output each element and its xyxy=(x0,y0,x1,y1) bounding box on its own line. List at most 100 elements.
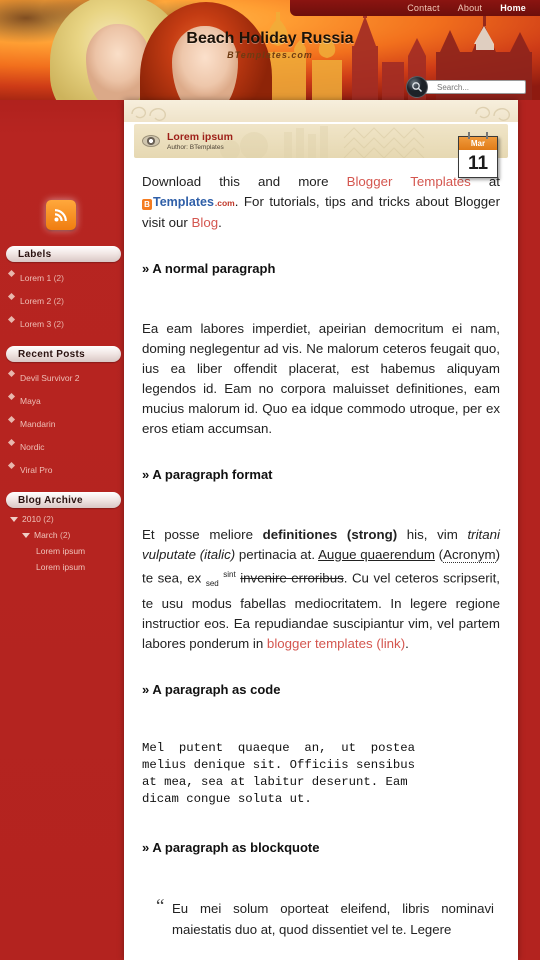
post-header-text: Lorem ipsum Author: BTemplates xyxy=(167,131,233,151)
sidebar-item-mandarin[interactable]: Mandarin xyxy=(20,419,55,429)
fmt-text-1: Et posse meliore xyxy=(142,527,263,542)
widget-labels-title: Labels xyxy=(6,246,121,262)
archive-post-row: Lorem ipsum xyxy=(6,562,118,572)
list-item: Mandarin xyxy=(6,414,118,432)
link-blog[interactable]: Blog xyxy=(192,215,219,230)
archive-year-row[interactable]: 2010 (2) xyxy=(6,514,118,524)
diamond-bullet-icon xyxy=(7,269,16,278)
search-input[interactable] xyxy=(422,80,526,94)
post-date-day: 11 xyxy=(467,153,489,174)
sidebar-item-lorem-3[interactable]: Lorem 3 (2) xyxy=(20,319,64,329)
fmt-strikethrough: invenire erroribus xyxy=(240,570,344,586)
sidebar-item-nordic[interactable]: Nordic xyxy=(20,442,45,452)
post-header-bar: Lorem ipsum Author: BTemplates Mar 11 xyxy=(134,124,508,178)
nav-item-contact[interactable]: Contact xyxy=(407,3,439,13)
diamond-bullet-icon xyxy=(7,438,16,447)
btemplates-logo-tld: .com xyxy=(214,198,235,208)
list-item: Lorem 3 (2) xyxy=(6,314,118,332)
fmt-strong: definitiones (strong) xyxy=(262,527,398,542)
heading-normal-paragraph: » A normal paragraph xyxy=(142,261,276,276)
link-blogger-templates-link[interactable]: blogger templates (link) xyxy=(267,636,405,651)
fmt-text-4: ( xyxy=(434,547,444,562)
search-box xyxy=(396,76,526,98)
paragraph-format: Et posse meliore definitiones (strong) h… xyxy=(142,525,500,654)
btemplates-logo-name: Templates xyxy=(153,195,214,209)
widget-labels: Labels Lorem 1 (2) Lorem 2 (2) Lorem 3 (… xyxy=(6,246,121,332)
archive-post-link-2[interactable]: Lorem ipsum xyxy=(36,562,85,572)
post-intro-paragraph: Download this and more Blogger Templates… xyxy=(142,172,500,233)
post-author: Author: BTemplates xyxy=(167,144,224,151)
widget-recent-posts: Recent Posts Devil Survivor 2 Maya Manda… xyxy=(6,346,121,478)
post-body: Download this and more Blogger Templates… xyxy=(124,158,518,940)
fmt-underline: Augue quaerendum xyxy=(318,547,435,562)
heading-paragraph-code: » A paragraph as code xyxy=(142,682,281,698)
sidebar: Labels Lorem 1 (2) Lorem 2 (2) Lorem 3 (… xyxy=(0,246,124,586)
diamond-bullet-icon xyxy=(7,461,16,470)
sidebar-item-lorem-1[interactable]: Lorem 1 (2) xyxy=(20,273,64,283)
diamond-bullet-icon xyxy=(7,415,16,424)
btemplates-logo-mark: B xyxy=(142,199,152,210)
sidebar-item-viral-pro[interactable]: Viral Pro xyxy=(20,465,52,475)
diamond-bullet-icon xyxy=(7,369,16,378)
diamond-bullet-icon xyxy=(7,392,16,401)
post-eye-icon xyxy=(142,135,160,147)
page-root: Contact About Home Beach Holiday Russia … xyxy=(0,0,540,960)
widget-blog-archive: Blog Archive 2010 (2) March (2) Lorem ip… xyxy=(6,492,121,572)
list-item: Nordic xyxy=(6,437,118,455)
chevron-down-icon xyxy=(22,532,30,538)
archive-post-link-1[interactable]: Lorem ipsum xyxy=(36,546,85,556)
content-top-ornament xyxy=(124,100,518,122)
rss-icon[interactable] xyxy=(46,200,76,230)
archive-post-row: Lorem ipsum xyxy=(6,546,118,556)
calendar-ring-right-icon xyxy=(486,132,488,139)
post-title[interactable]: Lorem ipsum xyxy=(167,131,233,143)
post-date-badge: Mar 11 xyxy=(458,132,498,178)
intro-text-a: Download this and more xyxy=(142,174,347,189)
fmt-text-9: . xyxy=(405,636,409,652)
intro-text-d: . xyxy=(218,215,222,230)
fmt-subscript: sed xyxy=(205,579,219,589)
archive-month-link[interactable]: March (2) xyxy=(34,530,70,540)
sidebar-item-maya[interactable]: Maya xyxy=(20,396,41,406)
widget-recent-posts-title: Recent Posts xyxy=(6,346,121,362)
sidebar-item-lorem-2[interactable]: Lorem 2 (2) xyxy=(20,296,64,306)
fmt-text-3: pertinacia at. xyxy=(235,547,319,562)
model-redhead-face xyxy=(172,26,238,100)
chevron-down-icon xyxy=(10,516,18,522)
link-blogger-templates[interactable]: Blogger Templates xyxy=(347,174,471,189)
calendar-ring-left-icon xyxy=(468,132,470,139)
widget-blog-archive-title: Blog Archive xyxy=(6,492,121,508)
nav-item-about[interactable]: About xyxy=(458,3,483,13)
blockquote-block: “ Eu mei solum oporteat eleifend, libris … xyxy=(156,896,500,940)
paragraph-normal: Ea eam labores imperdiet, apeirian democ… xyxy=(142,321,500,436)
sidebar-item-devil-survivor-2[interactable]: Devil Survivor 2 xyxy=(20,373,80,383)
blockquote-text: Eu mei solum oporteat eleifend, libris n… xyxy=(172,901,494,938)
nav-item-home[interactable]: Home xyxy=(500,3,526,13)
list-item: Maya xyxy=(6,391,118,409)
quote-mark-icon: “ xyxy=(156,896,165,918)
list-item: Devil Survivor 2 xyxy=(6,368,118,386)
archive-year-link[interactable]: 2010 (2) xyxy=(22,514,54,524)
diamond-bullet-icon xyxy=(7,315,16,324)
top-navigation: Contact About Home xyxy=(290,0,540,16)
background-right-edge xyxy=(518,100,540,960)
archive-month-row[interactable]: March (2) xyxy=(6,530,118,540)
recent-posts-list: Devil Survivor 2 Maya Mandarin Nordic Vi… xyxy=(6,368,118,478)
post-date-month: Mar xyxy=(459,137,497,150)
fmt-text-2: his, vim xyxy=(397,527,468,542)
site-header: Contact About Home Beach Holiday Russia … xyxy=(0,0,540,100)
search-icon[interactable] xyxy=(406,76,428,98)
diamond-bullet-icon xyxy=(7,292,16,301)
fmt-acronym: Acronym xyxy=(443,547,496,563)
fmt-superscript: sint xyxy=(223,570,236,579)
header-models-photo xyxy=(0,0,272,100)
list-item: Lorem 1 (2) xyxy=(6,268,118,286)
list-item: Lorem 2 (2) xyxy=(6,291,118,309)
code-block: Mel putent quaeque an, ut postea melius … xyxy=(142,741,416,807)
archive-tree: 2010 (2) March (2) Lorem ipsum Lorem ips… xyxy=(6,514,118,572)
labels-list: Lorem 1 (2) Lorem 2 (2) Lorem 3 (2) xyxy=(6,268,118,332)
list-item: Viral Pro xyxy=(6,460,118,478)
heading-paragraph-format: » A paragraph format xyxy=(142,467,273,482)
btemplates-logo[interactable]: B Templates .com xyxy=(142,192,235,213)
heading-paragraph-blockquote: » A paragraph as blockquote xyxy=(142,840,320,856)
